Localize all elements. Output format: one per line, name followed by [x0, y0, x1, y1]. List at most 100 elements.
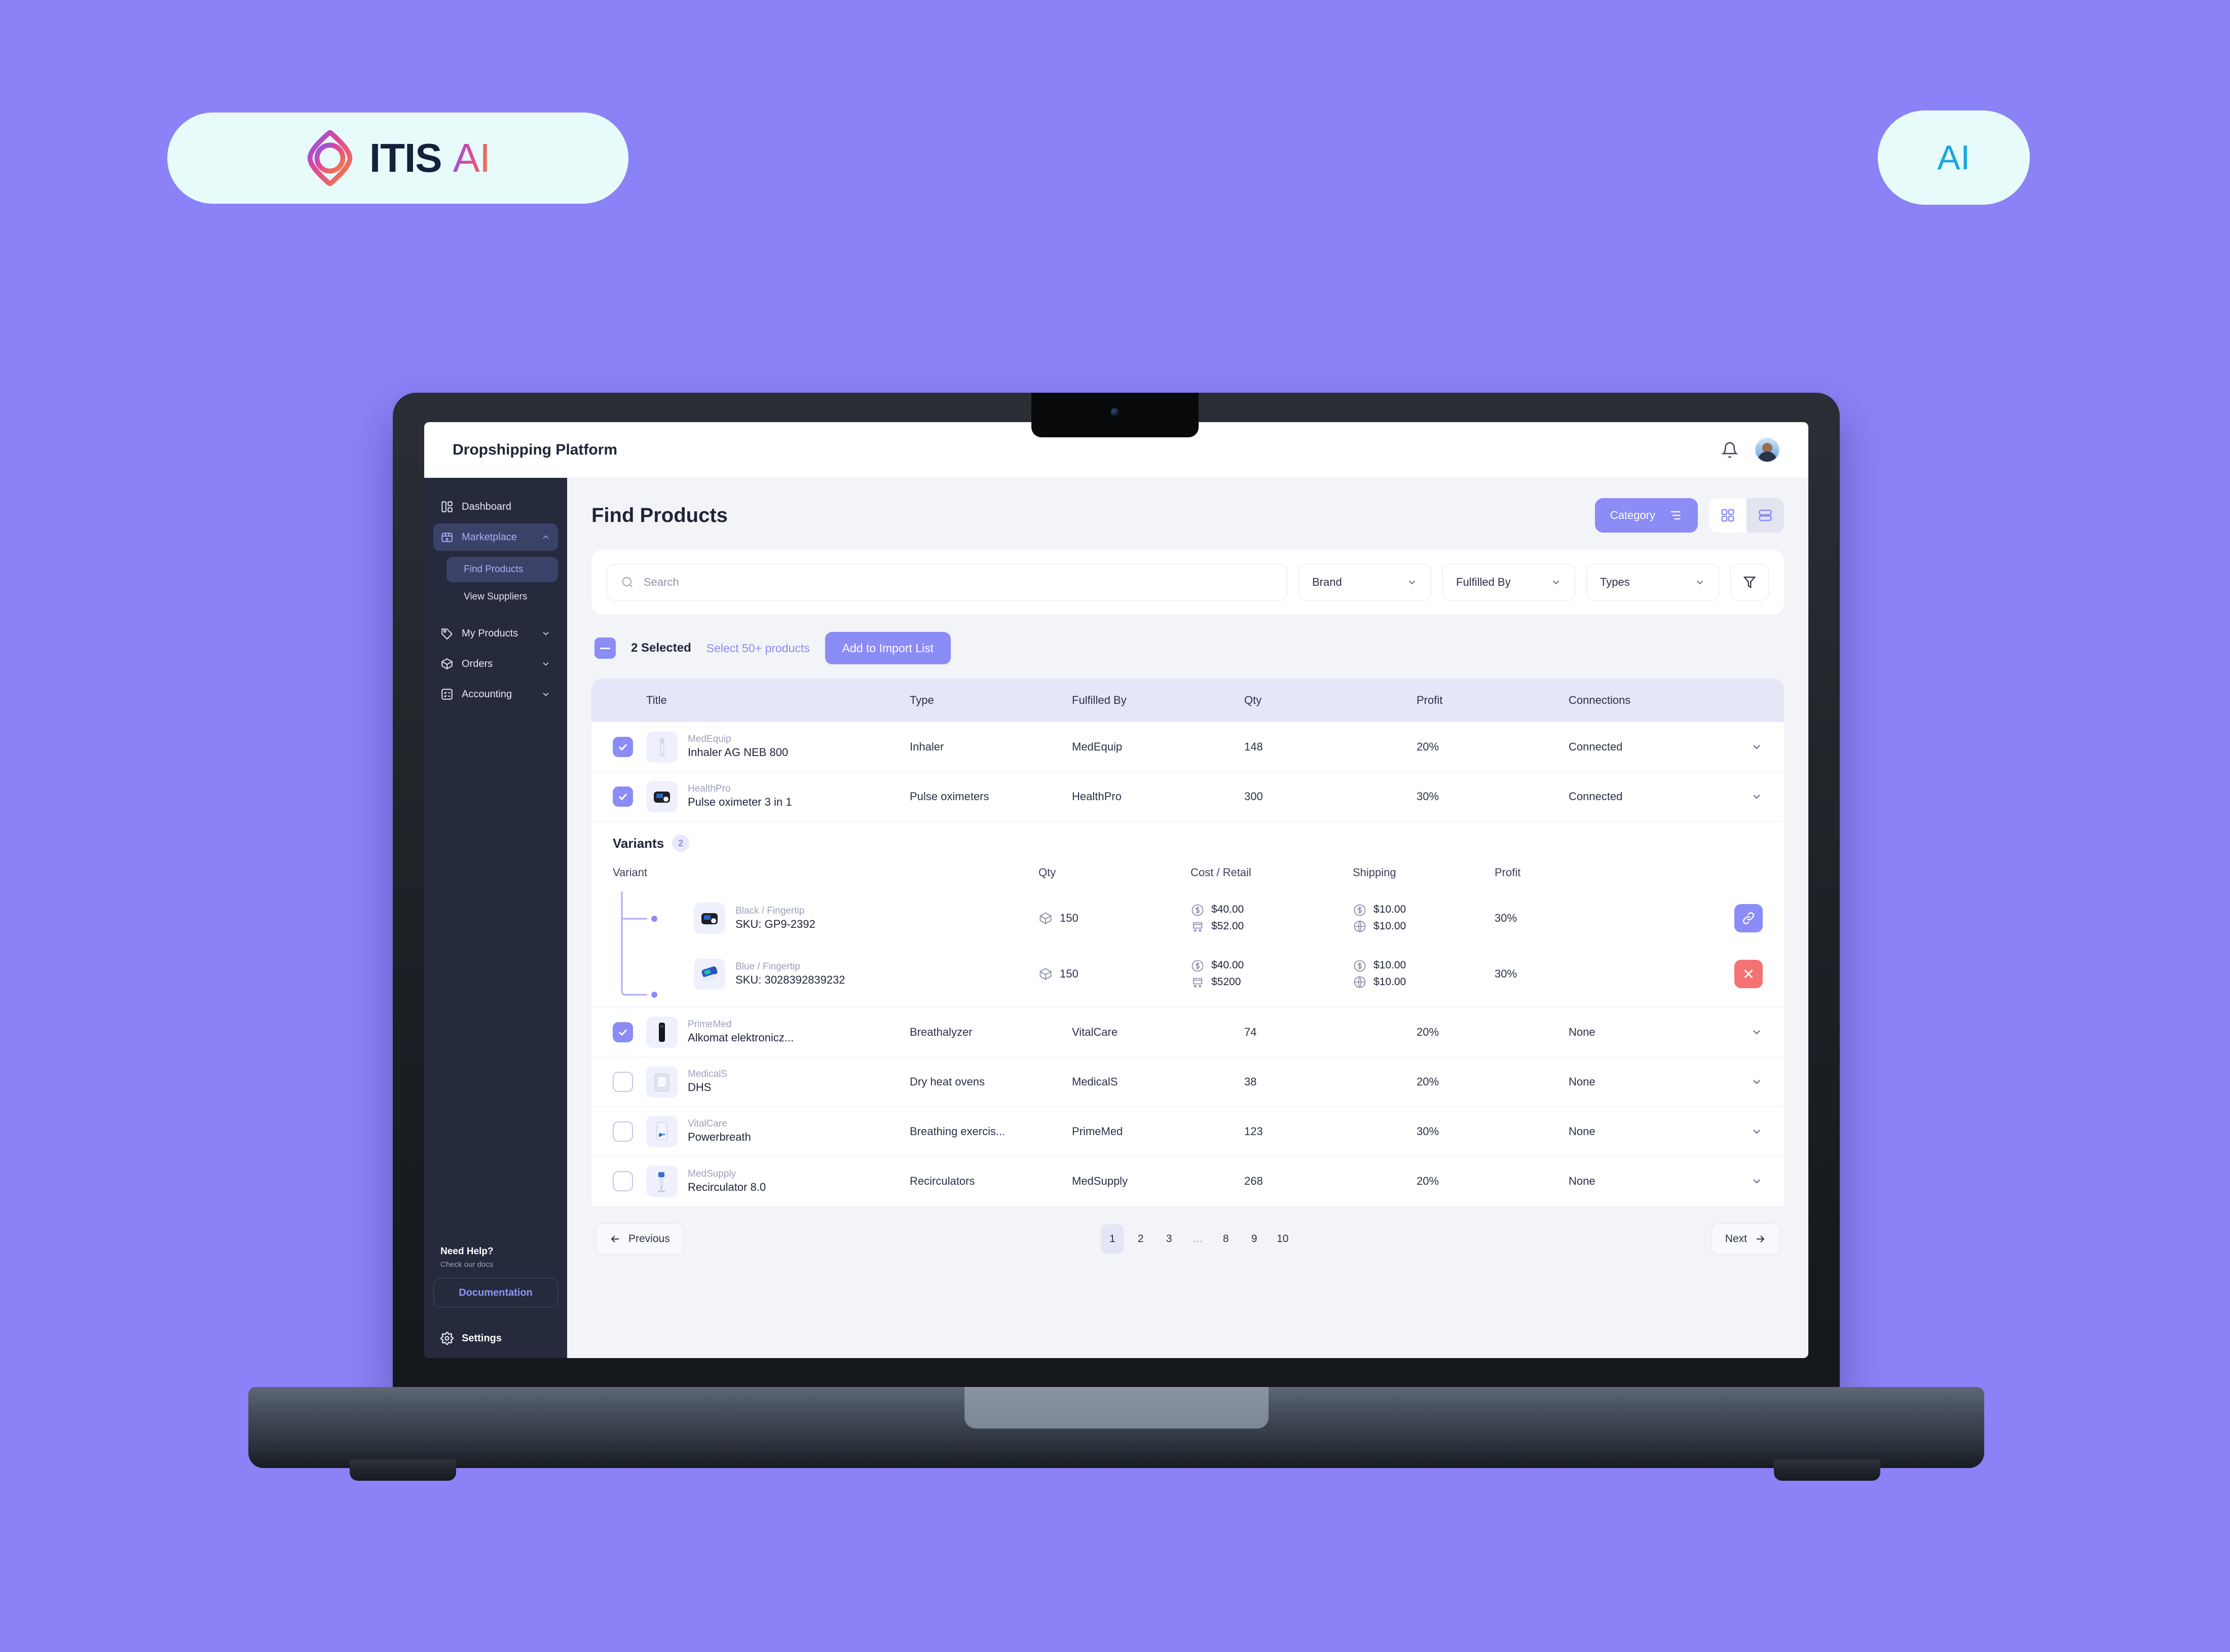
- product-connection-cell: Connected: [1569, 790, 1763, 803]
- laptop-mockup: Dropshipping Platform Dashboard Marketpl…: [0, 0, 2230, 1652]
- page-header-actions: Category: [1594, 498, 1784, 533]
- sidebar-item-dashboard[interactable]: Dashboard: [433, 493, 558, 520]
- variant-ship-global-row: $10.00: [1353, 918, 1495, 935]
- sidebar-subitem-label: View Suppliers: [464, 591, 528, 602]
- product-fulfilled-by: HealthPro: [1072, 790, 1122, 803]
- avatar[interactable]: [1755, 437, 1780, 463]
- inhaler-thumb: [646, 731, 678, 763]
- deselect-all-checkbox[interactable]: [594, 637, 616, 659]
- product-connection: None: [1569, 1175, 1595, 1187]
- page-number[interactable]: 2: [1129, 1224, 1153, 1254]
- chevron-up-icon[interactable]: [1751, 791, 1763, 803]
- product-profit: 20%: [1417, 1175, 1439, 1187]
- row-checkbox[interactable]: [613, 736, 633, 757]
- breathing-exerciser-icon: [656, 1122, 667, 1140]
- variant-profit-cell: 30%: [1495, 904, 1763, 932]
- app-title: Dropshipping Platform: [453, 441, 617, 458]
- column-header-profit: Profit: [1417, 694, 1443, 706]
- app-body: Dashboard Marketplace Find Products View…: [424, 478, 1808, 1358]
- table-row[interactable]: PrimeMed Alkomat elektronicz... Breathal…: [591, 1007, 1784, 1057]
- page-number[interactable]: 9: [1243, 1224, 1266, 1254]
- page-number[interactable]: 3: [1158, 1224, 1181, 1254]
- arrow-right-icon: [1756, 1235, 1765, 1243]
- product-type: Recirculators: [910, 1175, 975, 1187]
- sidebar-item-orders[interactable]: Orders: [433, 650, 558, 678]
- row-select-cell: [613, 786, 646, 807]
- variant-row[interactable]: Black / Fingertip SKU: GP9-2392 150 $40.…: [613, 890, 1763, 946]
- variant-ship-global: $10.00: [1373, 976, 1406, 988]
- table-row[interactable]: VitalCare Powerbreath Breathing exercis.…: [591, 1107, 1784, 1156]
- column-header-cost-retail: Cost / Retail: [1191, 866, 1251, 879]
- sidebar-item-view-suppliers[interactable]: View Suppliers: [433, 584, 558, 610]
- column-header-type: Type: [910, 694, 934, 706]
- filter-funnel-icon: [1743, 576, 1756, 589]
- check-icon: [618, 743, 627, 750]
- next-page-button[interactable]: Next: [1711, 1223, 1780, 1255]
- table-row[interactable]: MedicalS DHS Dry heat ovens MedicalS 38 …: [591, 1057, 1784, 1107]
- row-checkbox[interactable]: [613, 1022, 633, 1042]
- grid-view-button[interactable]: [1709, 498, 1746, 533]
- page-number[interactable]: 1: [1100, 1224, 1124, 1254]
- settings-label: Settings: [462, 1332, 502, 1344]
- row-checkbox[interactable]: [613, 1121, 633, 1142]
- select-more-link[interactable]: Select 50+ products: [707, 642, 810, 655]
- sidebar-item-find-products[interactable]: Find Products: [447, 557, 558, 582]
- products-table: Title Type Fulfilled By Qty Profit Conne…: [591, 679, 1784, 1206]
- variants-rows: Black / Fingertip SKU: GP9-2392 150 $40.…: [613, 890, 1763, 1002]
- table-row[interactable]: MedSupply Recirculator 8.0 Recirculators…: [591, 1156, 1784, 1206]
- sidebar-item-label: My Products: [462, 627, 518, 639]
- brand-filter-select[interactable]: Brand: [1298, 564, 1431, 600]
- search-box[interactable]: [607, 564, 1287, 600]
- fulfilled-by-filter-select[interactable]: Fulfilled By: [1442, 564, 1575, 600]
- chevron-down-icon[interactable]: [1751, 1125, 1763, 1138]
- product-connection-cell: None: [1569, 1125, 1763, 1138]
- variant-row[interactable]: Blue / Fingertip SKU: 3028392839232 150 …: [613, 946, 1763, 1002]
- row-checkbox[interactable]: [613, 786, 633, 807]
- chevron-down-icon: [543, 692, 549, 696]
- chevron-down-icon[interactable]: [1751, 741, 1763, 753]
- product-profit: 20%: [1417, 1025, 1439, 1038]
- documentation-button[interactable]: Documentation: [433, 1278, 558, 1307]
- row-checkbox[interactable]: [613, 1071, 633, 1092]
- product-qty: 268: [1244, 1175, 1263, 1187]
- variant-option: Blue / Fingertip: [735, 961, 800, 972]
- filter-funnel-button[interactable]: [1730, 564, 1769, 600]
- chevron-down-icon[interactable]: [1751, 1026, 1763, 1038]
- variant-cost-cell: $40.00 $52.00: [1191, 902, 1353, 934]
- sidebar-item-label: Accounting: [462, 688, 512, 700]
- product-connection-cell: None: [1569, 1026, 1763, 1039]
- table-row[interactable]: MedEquip Inhaler AG NEB 800 Inhaler MedE…: [591, 722, 1784, 772]
- variant-profit: 30%: [1495, 967, 1517, 980]
- row-checkbox[interactable]: [613, 1171, 633, 1191]
- sidebar-nav: Dashboard Marketplace Find Products View…: [433, 493, 558, 708]
- list-view-button[interactable]: [1746, 498, 1784, 533]
- product-profit: 20%: [1417, 1075, 1439, 1088]
- gear-icon: [440, 1332, 454, 1345]
- sidebar-item-my-products[interactable]: My Products: [433, 620, 558, 647]
- category-button[interactable]: Category: [1594, 498, 1698, 533]
- previous-page-button[interactable]: Previous: [596, 1223, 684, 1255]
- page-number[interactable]: 8: [1214, 1224, 1238, 1254]
- page-number[interactable]: 10: [1271, 1224, 1294, 1254]
- connect-variant-button[interactable]: [1734, 904, 1763, 932]
- add-to-import-list-button[interactable]: Add to Import List: [825, 632, 951, 664]
- chevron-down-icon[interactable]: [1751, 1175, 1763, 1187]
- sidebar-item-settings[interactable]: Settings: [433, 1332, 558, 1345]
- bell-icon[interactable]: [1721, 441, 1738, 459]
- variant-ship-cost-row: $10.00: [1353, 902, 1495, 918]
- row-select-cell: [613, 1071, 646, 1092]
- variant-cost: $40.00: [1211, 904, 1244, 916]
- layout-dashboard-icon: [441, 501, 453, 512]
- oximeter-black-thumb: [694, 903, 725, 934]
- variant-ship-global-row: $10.00: [1353, 974, 1495, 991]
- filter-bar: Brand Fulfilled By Types: [591, 550, 1784, 615]
- product-text: VitalCare Powerbreath: [688, 1118, 751, 1144]
- remove-variant-button[interactable]: [1734, 960, 1763, 988]
- table-row[interactable]: HealthPro Pulse oximeter 3 in 1 Pulse ox…: [591, 772, 1784, 821]
- types-filter-select[interactable]: Types: [1586, 564, 1719, 600]
- search-input[interactable]: [644, 576, 1274, 589]
- sidebar-item-marketplace[interactable]: Marketplace: [433, 523, 558, 551]
- sidebar-item-accounting[interactable]: Accounting: [433, 681, 558, 708]
- chevron-down-icon[interactable]: [1751, 1076, 1763, 1088]
- product-title: Recirculator 8.0: [688, 1180, 766, 1193]
